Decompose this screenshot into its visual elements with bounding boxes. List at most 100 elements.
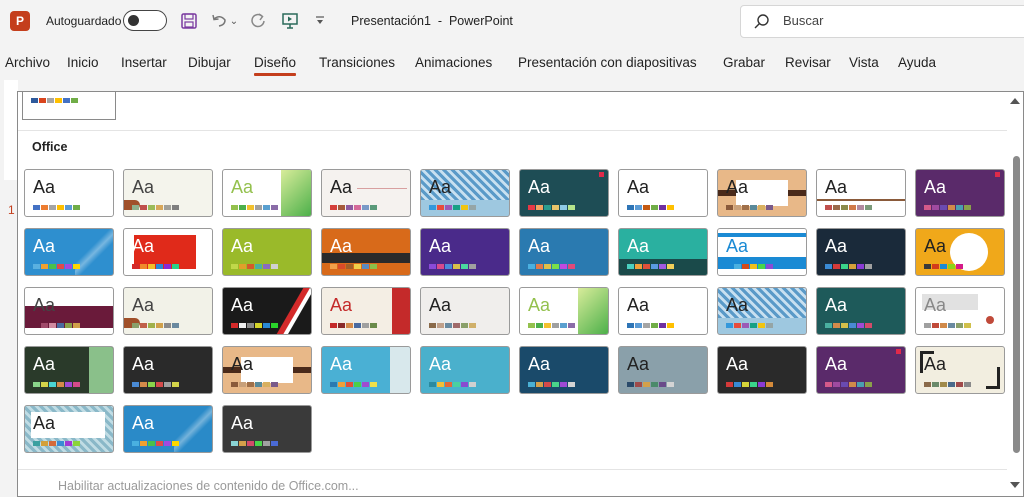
theme-thumbnail[interactable]: Aa	[420, 287, 510, 335]
theme-thumbnail[interactable]: Aa	[222, 346, 312, 394]
present-from-start-icon[interactable]	[279, 10, 301, 32]
redo-icon[interactable]	[247, 10, 269, 32]
theme-thumbnail[interactable]: Aa	[816, 346, 906, 394]
gallery-scrollbar[interactable]	[1007, 92, 1023, 496]
scroll-up-icon[interactable]	[1010, 98, 1020, 104]
customize-toolbar-icon[interactable]	[312, 10, 328, 32]
color-swatch	[635, 205, 642, 210]
theme-thumbnail[interactable]: Aa	[915, 346, 1005, 394]
color-swatch	[140, 205, 147, 210]
theme-thumbnail[interactable]: Aa	[816, 169, 906, 217]
color-swatch	[461, 264, 468, 269]
tab-grabar[interactable]: Grabar	[723, 55, 765, 70]
theme-frame	[920, 351, 923, 373]
theme-thumbnail[interactable]: Aa	[717, 169, 807, 217]
theme-thumbnail[interactable]: Aa	[717, 287, 807, 335]
color-swatch	[552, 264, 559, 269]
tab-inicio[interactable]: Inicio	[67, 55, 99, 70]
color-swatch	[164, 441, 171, 446]
tab-animaciones[interactable]: Animaciones	[415, 55, 492, 70]
theme-thumbnail[interactable]: Aa	[321, 228, 411, 276]
color-swatch	[651, 205, 658, 210]
theme-thumbnail[interactable]: Aa	[222, 228, 312, 276]
theme-thumbnail[interactable]: Aa	[123, 228, 213, 276]
theme-thumbnail[interactable]: Aa	[420, 228, 510, 276]
color-swatch	[156, 441, 163, 446]
color-swatch	[49, 323, 56, 328]
theme-thumbnail[interactable]: Aa	[321, 287, 411, 335]
theme-color-swatches	[231, 323, 278, 328]
tab-ayuda[interactable]: Ayuda	[898, 55, 936, 70]
tab-vista[interactable]: Vista	[849, 55, 879, 70]
theme-label: Aa	[429, 236, 452, 256]
theme-thumbnail[interactable]: Aa	[717, 346, 807, 394]
tab-insertar[interactable]: Insertar	[121, 55, 167, 70]
theme-thumbnail[interactable]: Aa	[420, 169, 510, 217]
theme-thumbnail[interactable]: Aa	[915, 228, 1005, 276]
color-swatch	[536, 382, 543, 387]
save-icon[interactable]	[178, 10, 200, 32]
theme-thumbnail[interactable]: Aa	[123, 169, 213, 217]
theme-color-swatches	[231, 441, 278, 446]
tab-dibujar[interactable]: Dibujar	[188, 55, 231, 70]
color-swatch	[172, 264, 179, 269]
slide-panel-edge	[4, 80, 18, 180]
enable-updates-link[interactable]: Habilitar actualizaciones de contenido d…	[58, 479, 359, 493]
theme-thumbnail[interactable]: Aa	[24, 169, 114, 217]
theme-label: Aa	[726, 295, 749, 315]
theme-thumbnail[interactable]: Aa	[519, 287, 609, 335]
theme-frame	[997, 367, 1000, 389]
theme-thumbnail[interactable]: Aa	[24, 346, 114, 394]
tab-archivo[interactable]: Archivo	[5, 55, 50, 70]
theme-thumbnail[interactable]: Aa	[24, 405, 114, 453]
color-swatch	[255, 323, 262, 328]
theme-thumbnail[interactable]: Aa	[123, 405, 213, 453]
color-swatch	[164, 264, 171, 269]
current-theme-thumbnail[interactable]: Aa	[22, 92, 116, 120]
search-input[interactable]	[781, 12, 1005, 29]
theme-thumbnail[interactable]: Aa	[24, 287, 114, 335]
theme-thumbnail[interactable]: Aa	[915, 287, 1005, 335]
theme-thumbnail[interactable]: Aa	[123, 287, 213, 335]
color-swatch	[940, 323, 947, 328]
theme-thumbnail[interactable]: Aa	[816, 287, 906, 335]
theme-thumbnail[interactable]: Aa	[321, 346, 411, 394]
autosave-toggle[interactable]	[123, 10, 167, 31]
theme-thumbnail[interactable]: Aa	[816, 228, 906, 276]
theme-thumbnail[interactable]: Aa	[24, 228, 114, 276]
theme-thumbnail[interactable]: Aa	[519, 228, 609, 276]
color-swatch	[255, 205, 262, 210]
theme-thumbnail[interactable]: Aa	[618, 169, 708, 217]
color-swatch	[271, 264, 278, 269]
scroll-thumb[interactable]	[1013, 156, 1020, 453]
scroll-down-icon[interactable]	[1010, 482, 1020, 488]
theme-thumbnail[interactable]: Aa	[420, 346, 510, 394]
theme-thumbnail[interactable]: Aa	[222, 287, 312, 335]
theme-thumbnail[interactable]: Aa	[618, 228, 708, 276]
tab-presentacion[interactable]: Presentación con diapositivas	[518, 55, 697, 70]
search-box[interactable]	[740, 5, 1024, 38]
theme-label: Aa	[429, 354, 452, 374]
color-swatch	[231, 323, 238, 328]
tab-revisar[interactable]: Revisar	[785, 55, 831, 70]
tab-diseno[interactable]: Diseño	[254, 55, 297, 76]
undo-dropdown-icon[interactable]: ⌄	[228, 10, 240, 32]
theme-thumbnail[interactable]: Aa	[915, 169, 1005, 217]
theme-thumbnail[interactable]: Aa	[519, 346, 609, 394]
theme-thumbnail[interactable]: Aa	[321, 169, 411, 217]
theme-thumbnail[interactable]: Aa	[519, 169, 609, 217]
undo-icon[interactable]	[208, 10, 230, 32]
theme-accent-shape	[817, 199, 905, 201]
theme-thumbnail[interactable]: Aa	[222, 405, 312, 453]
theme-thumbnail[interactable]: Aa	[123, 346, 213, 394]
theme-thumbnail[interactable]: Aa	[618, 287, 708, 335]
theme-thumbnail[interactable]: Aa	[717, 228, 807, 276]
tab-transiciones[interactable]: Transiciones	[319, 55, 395, 70]
color-swatch	[849, 264, 856, 269]
color-swatch	[338, 323, 345, 328]
ribbon-tabs: Archivo Inicio Insertar Dibujar Diseño T…	[0, 47, 1024, 79]
theme-label: Aa	[627, 354, 650, 374]
theme-thumbnail[interactable]: Aa	[222, 169, 312, 217]
theme-thumbnail[interactable]: Aa	[618, 346, 708, 394]
color-swatch	[73, 382, 80, 387]
